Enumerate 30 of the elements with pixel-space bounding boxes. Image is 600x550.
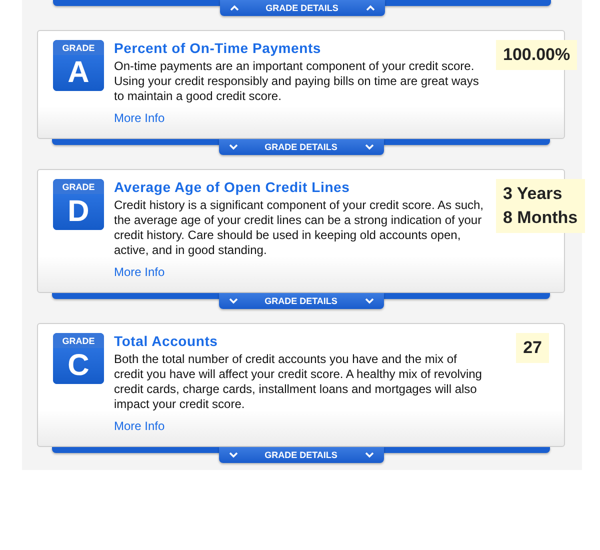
grade-letter: D	[68, 195, 90, 229]
factor-value: 100.00%	[496, 40, 578, 70]
chevron-icon	[228, 452, 238, 458]
factor-description: Both the total number of credit accounts you have and the mix of credit you have will affect your credit score. A healthy mix of revolving credit cards, charge cards, installment loans and mortgages will also impact your credit score.	[114, 352, 483, 412]
chevron-icon	[366, 5, 374, 11]
more-info-link[interactable]: More Info	[114, 265, 165, 279]
factor-value: 27	[516, 333, 549, 363]
grade-details-toggle[interactable]: GRADE DETAILS	[218, 293, 384, 309]
factor-title: Total Accounts	[114, 333, 219, 349]
grade-details-toggle[interactable]: GRADE DETAILS	[218, 139, 384, 155]
grade-label: GRADE	[62, 182, 95, 192]
grade-label: GRADE	[62, 336, 95, 346]
more-info-link[interactable]: More Info	[114, 111, 165, 125]
chevron-icon	[364, 144, 374, 150]
chevron-icon	[228, 298, 238, 304]
chevron-icon	[364, 298, 374, 304]
factor-description: Credit history is a significant component of your credit score. As such, the average age of your credit lines can be a strong indication of your credit history. Care should be used in keeping old accounts open, active, and in good standing.	[114, 198, 484, 258]
grade-label: GRADE	[62, 42, 95, 52]
factor-title: Average Age of Open Credit Lines	[114, 179, 351, 195]
grade-letter: C	[68, 349, 90, 383]
chevron-icon	[228, 144, 238, 150]
grade-letter: A	[68, 56, 90, 90]
factor-title: Percent of On-Time Payments	[114, 40, 322, 56]
factor-value: 3 Years 8 Months	[496, 179, 585, 233]
grade-details-toggle[interactable]: GRADE DETAILS	[220, 0, 384, 16]
factor-description: On-time payments are an important component of your credit score. Using your credit responsibly and paying bills on time are great ways to maintain a good credit score.	[114, 59, 480, 104]
more-info-link[interactable]: More Info	[114, 419, 165, 433]
chevron-icon	[230, 5, 238, 11]
chevron-icon	[364, 452, 374, 458]
grade-details-toggle[interactable]: GRADE DETAILS	[218, 447, 384, 463]
